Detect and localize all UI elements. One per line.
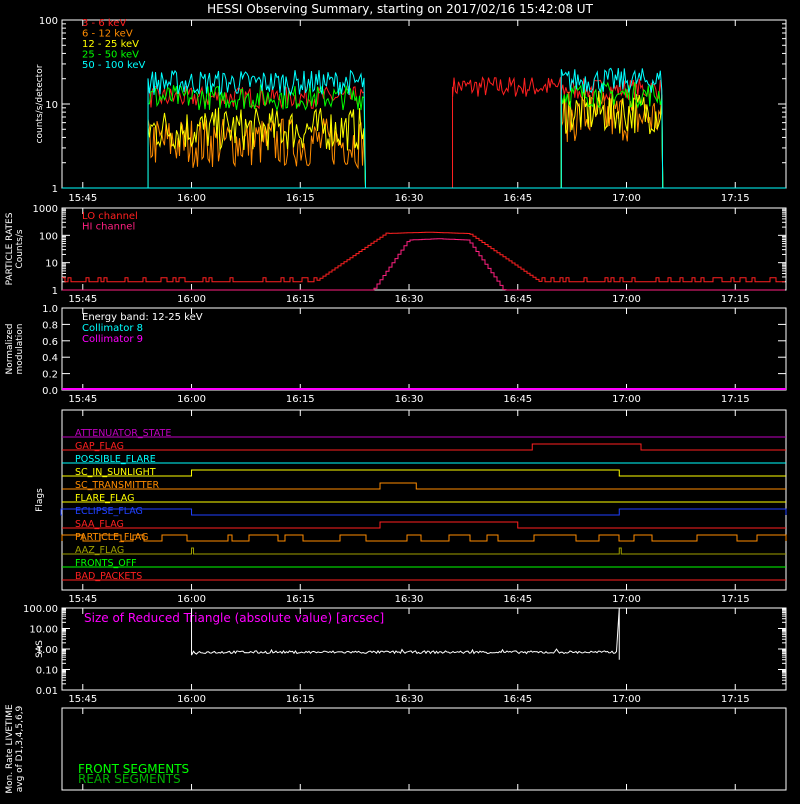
y-tick-label: 100 xyxy=(39,16,58,27)
x-tick-label: 16:30 xyxy=(395,394,424,405)
y-axis-label: counts/s/detector xyxy=(35,64,45,143)
legend-e50_100: 50 - 100 keV xyxy=(82,60,146,71)
legend-modulation-2: Collimator 9 xyxy=(82,334,143,345)
y-tick-label: 10.00 xyxy=(29,625,58,636)
y-tick-label: 10 xyxy=(45,259,58,270)
y-axis-label: Flags xyxy=(35,488,45,512)
x-tick-label: 16:15 xyxy=(286,294,315,305)
legend-e25_50: 25 - 50 keV xyxy=(82,50,139,61)
x-tick-label: 16:00 xyxy=(177,294,206,305)
x-tick-label: 16:30 xyxy=(395,594,424,605)
y-tick-label: 1.00 xyxy=(36,645,58,656)
x-tick-label: 16:00 xyxy=(177,694,206,705)
x-tick-label: 17:15 xyxy=(721,394,750,405)
x-tick-label: 17:00 xyxy=(612,394,641,405)
x-tick-label: 16:00 xyxy=(177,594,206,605)
x-tick-label: 16:45 xyxy=(503,694,532,705)
y-axis-label: PARTICLE RATES xyxy=(5,212,15,285)
x-tick-label: 16:15 xyxy=(286,594,315,605)
x-tick-label: 17:15 xyxy=(721,193,750,204)
y-axis-label: Mon. Rate LIVETIME xyxy=(5,704,15,794)
legend-sas: Size of Reduced Triangle (absolute value… xyxy=(84,611,384,625)
y-tick-label: 0.2 xyxy=(42,370,58,381)
flag-label-6: ECLIPSE_FLAG xyxy=(75,506,143,517)
y-tick-label: 0.8 xyxy=(42,320,58,331)
y-tick-label: 1 xyxy=(52,184,58,195)
x-tick-label: 16:15 xyxy=(286,193,315,204)
y-axis-label: modulation xyxy=(15,324,25,375)
legend-modulation-1: Collimator 8 xyxy=(82,323,143,334)
legend-lo-channel: LO channel xyxy=(82,211,138,222)
x-tick-label: 16:00 xyxy=(177,193,206,204)
y-axis-label: Normalized xyxy=(5,323,15,374)
legend-rear-segments: REAR SEGMENTS xyxy=(78,772,181,786)
y-tick-label: 10 xyxy=(45,100,58,111)
legend-e12_25: 12 - 25 keV xyxy=(82,39,139,50)
y-axis-label: avg of D1,3,4,5,6,9 xyxy=(15,705,25,792)
x-tick-label: 15:45 xyxy=(68,394,97,405)
y-tick-label: 100.00 xyxy=(23,604,58,615)
y-tick-label: 1 xyxy=(52,286,58,297)
x-tick-label: 15:45 xyxy=(68,294,97,305)
legend-e6_12: 6 - 12 keV xyxy=(82,29,133,40)
legend-e3_6: 3 - 6 keV xyxy=(82,18,126,29)
x-tick-label: 16:15 xyxy=(286,394,315,405)
y-tick-label: 0.10 xyxy=(36,666,58,677)
y-tick-label: 0.0 xyxy=(42,386,58,397)
x-tick-label: 16:45 xyxy=(503,594,532,605)
x-tick-label: 15:45 xyxy=(68,594,97,605)
y-tick-label: 1.0 xyxy=(42,304,58,315)
x-tick-label: 15:45 xyxy=(68,694,97,705)
legend-modulation-0: Energy band: 12-25 keV xyxy=(82,312,203,323)
x-tick-label: 17:00 xyxy=(612,193,641,204)
x-tick-label: 17:00 xyxy=(612,294,641,305)
x-tick-label: 16:45 xyxy=(503,294,532,305)
x-tick-label: 15:45 xyxy=(68,193,97,204)
y-tick-label: 1000 xyxy=(33,204,58,215)
y-axis-label: Counts/s xyxy=(15,229,25,268)
y-tick-label: 0.6 xyxy=(42,337,58,348)
figure-title: HESSI Observing Summary, starting on 201… xyxy=(207,2,593,16)
hessi-summary-figure: HESSI Observing Summary, starting on 201… xyxy=(0,0,800,800)
y-tick-label: 100 xyxy=(39,231,58,242)
x-tick-label: 17:15 xyxy=(721,594,750,605)
legend-hi-channel: HI channel xyxy=(82,222,135,233)
y-tick-label: 0.01 xyxy=(36,686,58,697)
x-tick-label: 16:45 xyxy=(503,193,532,204)
x-tick-label: 17:00 xyxy=(612,694,641,705)
x-tick-label: 16:15 xyxy=(286,694,315,705)
hessi-summary-svg: HESSI Observing Summary, starting on 201… xyxy=(0,0,800,800)
x-tick-label: 17:15 xyxy=(721,694,750,705)
x-tick-label: 16:00 xyxy=(177,394,206,405)
x-tick-label: 17:00 xyxy=(612,594,641,605)
y-tick-label: 0.4 xyxy=(42,353,58,364)
x-tick-label: 16:30 xyxy=(395,294,424,305)
x-tick-label: 16:30 xyxy=(395,193,424,204)
x-tick-label: 17:15 xyxy=(721,294,750,305)
x-tick-label: 16:45 xyxy=(503,394,532,405)
x-tick-label: 16:30 xyxy=(395,694,424,705)
